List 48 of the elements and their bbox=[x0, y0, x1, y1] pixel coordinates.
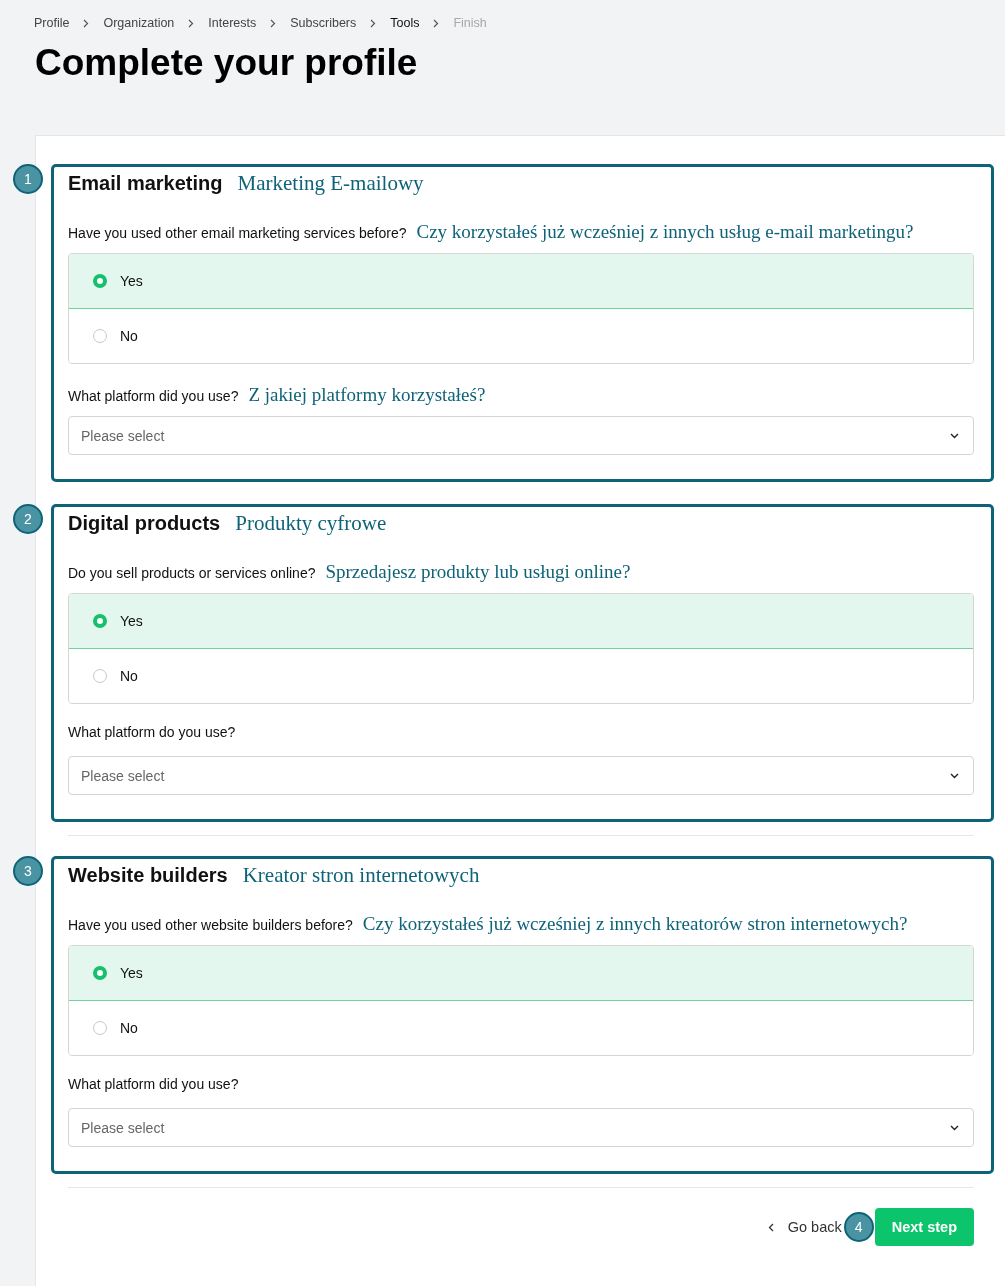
translation-text: Czy korzystałeś już wcześniej z innych usług e-mail marketingu? bbox=[416, 221, 914, 243]
question-label: What platform did you use? bbox=[68, 1076, 239, 1092]
radio-button[interactable] bbox=[93, 1021, 107, 1035]
chevron-right-icon bbox=[188, 18, 195, 28]
go-back-button[interactable]: Go back bbox=[767, 1219, 842, 1235]
radio-button[interactable] bbox=[93, 966, 107, 980]
platform-select[interactable]: Please select bbox=[68, 1108, 974, 1147]
breadcrumb-item[interactable]: Profile bbox=[34, 16, 70, 30]
breadcrumb-item[interactable]: Tools bbox=[390, 16, 420, 30]
radio-button[interactable] bbox=[93, 669, 107, 683]
question-label: Have you used other email marketing services before? bbox=[68, 225, 407, 241]
question-label: Have you used other website builders before? bbox=[68, 917, 353, 933]
chevron-right-icon bbox=[370, 18, 377, 28]
radio-button[interactable] bbox=[93, 614, 107, 628]
question-label: Do you sell products or services online? bbox=[68, 565, 316, 581]
breadcrumb-item[interactable]: Interests bbox=[208, 16, 257, 30]
platform-select[interactable]: Please select bbox=[68, 416, 974, 455]
translation-text: Marketing E-mailowy bbox=[237, 171, 424, 196]
step-marker: 3 bbox=[13, 856, 43, 886]
section-title: Email marketing bbox=[68, 172, 223, 195]
breadcrumb-item[interactable]: Organization bbox=[103, 16, 175, 30]
question-label: What platform did you use? bbox=[68, 388, 239, 404]
step-marker: 4 bbox=[843, 1212, 874, 1242]
chevron-left-icon bbox=[767, 1222, 774, 1232]
translation-text: Produkty cyfrowe bbox=[235, 511, 387, 536]
section-title: Digital products bbox=[68, 512, 221, 535]
radio-option[interactable]: Yes bbox=[69, 594, 973, 649]
breadcrumb-item[interactable]: Subscribers bbox=[290, 16, 357, 30]
chevron-right-icon bbox=[270, 18, 277, 28]
translation-text: Kreator stron internetowych bbox=[242, 863, 480, 888]
step-marker: 1 bbox=[13, 164, 43, 194]
chevron-right-icon bbox=[83, 18, 90, 28]
translation-text: Sprzedajesz produkty lub usługi online? bbox=[325, 561, 631, 583]
section-title: Website builders bbox=[68, 864, 228, 887]
chevron-down-icon bbox=[950, 1124, 959, 1131]
page-title: Complete your profile bbox=[35, 41, 419, 85]
translation-text: Z jakiej platformy korzystałeś? bbox=[248, 384, 486, 406]
translation-text: Czy korzystałeś już wcześniej z innych kreatorów stron internetowych? bbox=[362, 913, 908, 935]
chevron-down-icon bbox=[950, 772, 959, 779]
radio-option[interactable]: Yes bbox=[69, 254, 973, 309]
chevron-right-icon bbox=[433, 18, 440, 28]
platform-select[interactable]: Please select bbox=[68, 756, 974, 795]
chevron-down-icon bbox=[950, 432, 959, 439]
question-label: What platform do you use? bbox=[68, 724, 236, 740]
step-marker: 2 bbox=[13, 504, 43, 534]
radio-option[interactable]: Yes bbox=[69, 946, 973, 1001]
radio-button[interactable] bbox=[93, 329, 107, 343]
radio-button[interactable] bbox=[93, 274, 107, 288]
